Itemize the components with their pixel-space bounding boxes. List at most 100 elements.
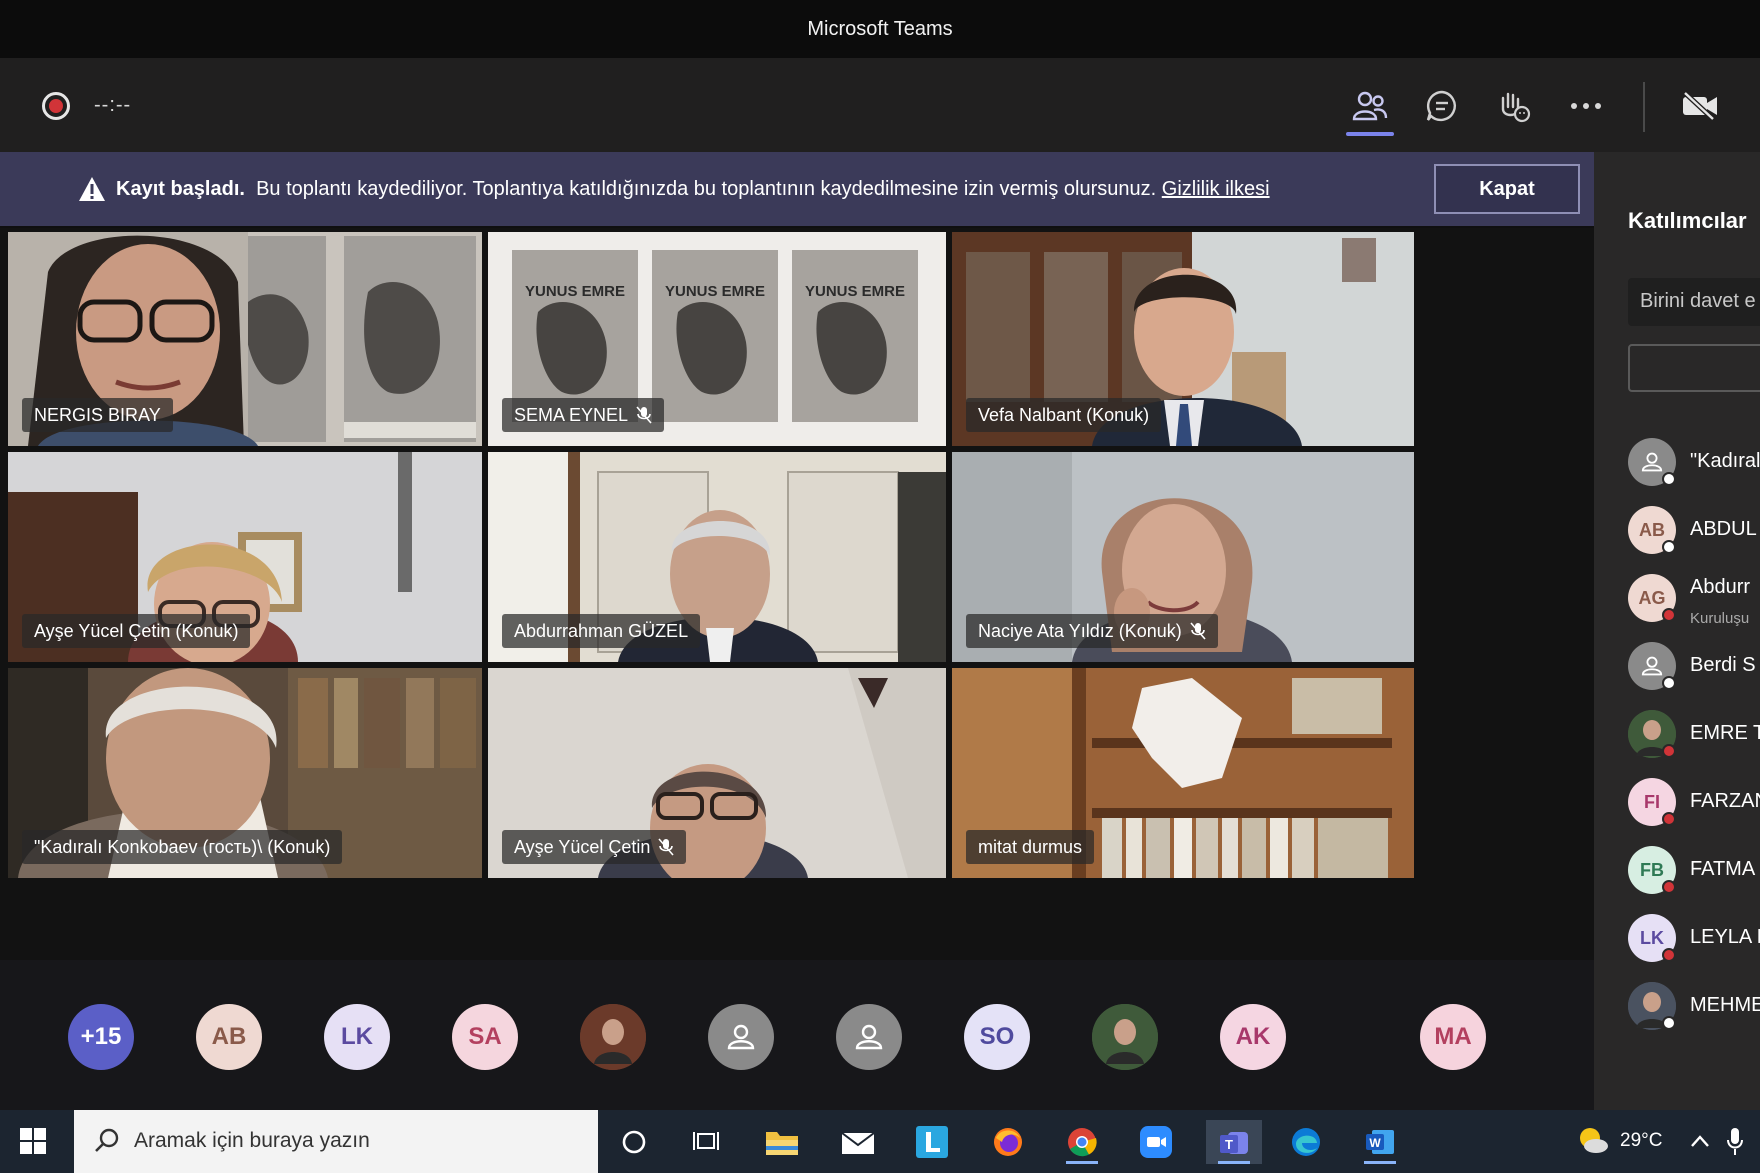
running-indicator <box>1066 1161 1098 1164</box>
person-icon <box>855 1024 883 1050</box>
poster-title: YUNUS EMRE <box>805 283 905 300</box>
reactions-button[interactable] <box>1494 86 1534 126</box>
mic-off-icon <box>636 406 652 424</box>
participant-name-label: Vefa Nalbant (Konuk) <box>966 398 1162 432</box>
video-grid: NERGIS BIRAY YUNUS EMRE YUNUS EMRE YUNUS… <box>0 228 1594 960</box>
person-icon <box>1641 452 1663 472</box>
participant-name-label: Abdurrahman GÜZEL <box>502 614 701 648</box>
person-icon <box>1641 656 1663 676</box>
privacy-policy-link[interactable]: Gizlilik ilkesi <box>1162 178 1270 200</box>
mail-icon <box>841 1132 875 1154</box>
invite-input[interactable]: Birini davet e <box>1628 278 1760 326</box>
participant-list-item[interactable]: "Kadıral <box>1628 438 1760 490</box>
video-tile[interactable]: Ayşe Yücel Çetin (Konuk) <box>8 452 482 662</box>
participant-name-label: "Kadıralı Konkobaev (гость)\ (Konuk) <box>22 830 343 864</box>
video-tile[interactable]: Ayşe Yücel Çetin <box>488 668 946 878</box>
share-invite-button[interactable] <box>1628 344 1760 392</box>
weather-icon[interactable] <box>1574 1122 1610 1158</box>
participant-avatar[interactable]: AB <box>196 1004 262 1070</box>
camera-toggle-button[interactable] <box>1680 86 1720 126</box>
window-title: Microsoft Teams <box>807 17 953 40</box>
firefox-icon <box>994 1128 1022 1156</box>
word-button[interactable]: W <box>1356 1120 1404 1164</box>
raise-hand-icon <box>1501 92 1531 123</box>
task-view-button[interactable] <box>682 1120 730 1164</box>
presence-status-indicator <box>1662 1016 1676 1030</box>
poster-title: YUNUS EMRE <box>525 283 625 300</box>
participant-name-label: Ayşe Yücel Çetin <box>502 830 687 864</box>
participant-photo-avatar[interactable] <box>580 1004 646 1070</box>
firefox-button[interactable] <box>984 1120 1032 1164</box>
word-icon: W <box>1366 1130 1394 1154</box>
participant-name-label: Ayşe Yücel Çetin (Konuk) <box>22 614 251 648</box>
close-banner-button[interactable]: Kapat <box>1434 164 1580 214</box>
active-tab-indicator <box>1346 132 1394 136</box>
participant-list-item[interactable]: EMRE T <box>1628 710 1760 762</box>
chevron-up-icon[interactable] <box>1690 1134 1710 1148</box>
app-l-button[interactable] <box>908 1120 956 1164</box>
participant-list-item[interactable]: MEHME <box>1628 982 1760 1034</box>
participant-avatar[interactable]: LK <box>324 1004 390 1070</box>
video-tile[interactable]: Abdurrahman GÜZEL <box>488 452 946 662</box>
participant-name: EMRE T <box>1690 722 1760 744</box>
teams-icon: T <box>1220 1132 1248 1154</box>
chrome-icon <box>1068 1128 1097 1157</box>
video-tile[interactable]: YUNUS EMRE YUNUS EMRE YUNUS EMRE SEMA EY… <box>488 232 946 446</box>
participant-list-item[interactable]: AG Abdurr Kuruluşu <box>1628 574 1760 627</box>
person-icon <box>727 1024 755 1050</box>
presence-status-indicator <box>1662 880 1676 894</box>
participant-list-item[interactable]: FIFARZAN <box>1628 778 1760 830</box>
photo-thumbnail <box>1092 1004 1158 1070</box>
file-explorer-button[interactable] <box>758 1120 806 1164</box>
chat-button[interactable] <box>1422 86 1462 126</box>
recording-icon <box>42 92 70 120</box>
participant-list-item[interactable]: FB FATMA <box>1628 846 1760 898</box>
zoom-button[interactable] <box>1132 1120 1180 1164</box>
cortana-button[interactable] <box>610 1120 658 1164</box>
chat-icon <box>1426 90 1456 122</box>
presence-status-indicator <box>1662 948 1676 962</box>
svg-text:W: W <box>1369 1136 1381 1150</box>
participant-list-item[interactable]: Berdi S <box>1628 642 1760 694</box>
participant-avatar[interactable]: +15 <box>68 1004 134 1070</box>
participants-button[interactable] <box>1350 86 1390 126</box>
running-indicator <box>1218 1161 1250 1164</box>
participant-avatar[interactable]: SA <box>452 1004 518 1070</box>
participant-name: FATMA <box>1690 858 1756 880</box>
participant-name: "Kadıral <box>1690 450 1760 472</box>
participant-generic-avatar[interactable] <box>836 1004 902 1070</box>
running-indicator <box>1364 1161 1396 1164</box>
video-tile[interactable]: Naciye Ata Yıldız (Konuk) <box>952 452 1414 662</box>
teams-button[interactable]: T <box>1206 1120 1262 1164</box>
windows-start-icon[interactable] <box>20 1128 46 1154</box>
video-tile[interactable]: NERGIS BIRAY <box>8 232 482 446</box>
edge-button[interactable] <box>1282 1120 1330 1164</box>
participant-generic-avatar[interactable] <box>708 1004 774 1070</box>
participant-name-label: Naciye Ata Yıldız (Konuk) <box>966 614 1218 648</box>
presence-status-indicator <box>1662 472 1676 486</box>
video-tile[interactable]: Vefa Nalbant (Konuk) <box>952 232 1414 446</box>
participant-name-label: mitat durmus <box>966 830 1095 864</box>
chrome-button[interactable] <box>1058 1120 1106 1164</box>
cortana-icon <box>622 1130 646 1154</box>
mail-button[interactable] <box>834 1120 882 1164</box>
taskbar-search[interactable]: Aramak için buraya yazın <box>74 1110 598 1173</box>
participant-avatar[interactable]: SO <box>964 1004 1030 1070</box>
participant-name: LEYLA K <box>1690 926 1760 948</box>
mic-off-icon <box>658 838 675 856</box>
participant-avatar-strip: +15 AB LK SA SO AK MA <box>0 960 1594 1110</box>
people-icon <box>1352 91 1388 121</box>
windows-taskbar: Aramak için buraya yazın T W 29°C <box>0 1110 1760 1173</box>
search-placeholder: Aramak için buraya yazın <box>134 1129 370 1152</box>
video-tile[interactable]: "Kadıralı Konkobaev (гость)\ (Konuk) <box>8 668 482 878</box>
participant-avatar[interactable]: AK <box>1220 1004 1286 1070</box>
participant-list-item[interactable]: LKLEYLA K <box>1628 914 1760 966</box>
video-tile[interactable]: mitat durmus <box>952 668 1414 878</box>
more-options-button[interactable] <box>1566 86 1606 126</box>
poster-title: YUNUS EMRE <box>665 283 765 300</box>
banner-body: Bu toplantı kaydediliyor. Toplantıya kat… <box>256 178 1157 200</box>
participant-avatar[interactable]: MA <box>1420 1004 1486 1070</box>
participant-photo-avatar[interactable] <box>1092 1004 1158 1070</box>
microphone-icon[interactable] <box>1726 1126 1744 1156</box>
participant-list-item[interactable]: AB ABDUL <box>1628 506 1760 558</box>
